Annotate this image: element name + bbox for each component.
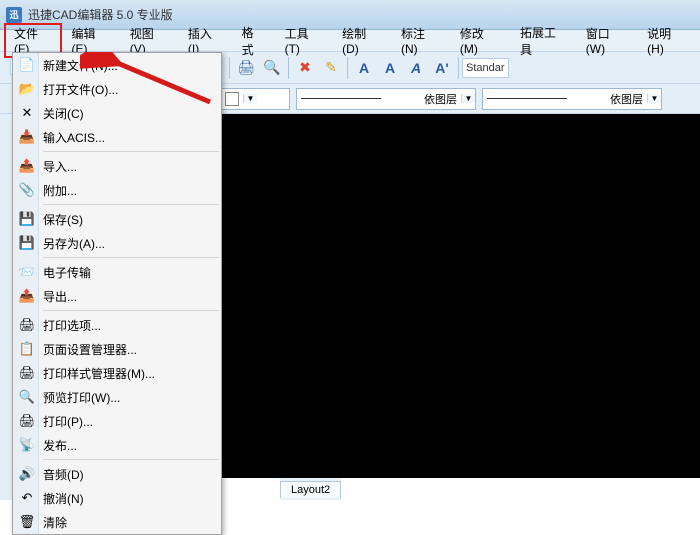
menu-item-icon: 📤 bbox=[19, 158, 35, 174]
app-title: 迅捷CAD编辑器 5.0 专业版 bbox=[28, 6, 173, 23]
menu-item-label: 关闭(C) bbox=[43, 105, 84, 122]
text-a-icon[interactable]: A bbox=[352, 56, 376, 80]
menu-item[interactable]: 📥 输入ACIS... bbox=[13, 125, 221, 149]
line-sample bbox=[301, 98, 381, 99]
menu-item-icon: 📋 bbox=[19, 341, 35, 357]
menu-item-icon: 💾 bbox=[19, 211, 35, 227]
menu-item-icon: 🖨 bbox=[19, 365, 35, 381]
menu-item-icon: 🔊 bbox=[19, 466, 35, 482]
menu-item-label: 附加... bbox=[43, 182, 77, 199]
chevron-down-icon: ▼ bbox=[647, 94, 661, 103]
cancel-icon[interactable]: ✖ bbox=[293, 56, 317, 80]
text-a2-icon[interactable]: A bbox=[378, 56, 402, 80]
separator bbox=[229, 57, 230, 79]
menu-item-icon: ✕ bbox=[19, 105, 35, 121]
menu-item-icon: ↶ bbox=[19, 490, 35, 506]
menu-item-icon: 🖨 bbox=[19, 413, 35, 429]
app-icon: 迅 bbox=[6, 7, 22, 23]
brush-icon[interactable]: ✎ bbox=[319, 56, 343, 80]
menu-item[interactable]: 💾 另存为(A)... bbox=[13, 231, 221, 255]
menu-item[interactable]: 绘制(D) bbox=[332, 23, 391, 58]
menu-item-label: 保存(S) bbox=[43, 211, 83, 228]
color-dropdown[interactable]: ▼ bbox=[220, 88, 290, 110]
menu-item-icon: 📥 bbox=[19, 129, 35, 145]
menu-item-label: 打印选项... bbox=[43, 317, 101, 334]
text-format-icon[interactable]: A bbox=[404, 56, 428, 80]
menu-item-label: 发布... bbox=[43, 437, 77, 454]
chevron-down-icon: ▼ bbox=[461, 94, 475, 103]
menu-item[interactable]: 🖨 打印(P)... bbox=[13, 409, 221, 433]
separator bbox=[288, 57, 289, 79]
chevron-down-icon: ▼ bbox=[243, 94, 257, 103]
menu-item[interactable]: 📤 导出... bbox=[13, 284, 221, 308]
menu-item[interactable]: 📤 导入... bbox=[13, 154, 221, 178]
layout-tab[interactable]: Layout2 bbox=[280, 481, 341, 498]
menu-item-icon: 📂 bbox=[19, 81, 35, 97]
menu-item-icon: 🗑 bbox=[19, 514, 35, 530]
layout-tabs: Layout2 bbox=[280, 478, 341, 500]
menu-bar: 文件(F)编辑(E)视图(V)插入(I)格式工具(T)绘制(D)标注(N)修改(… bbox=[0, 30, 700, 52]
menu-item-label: 音频(D) bbox=[43, 466, 84, 483]
menu-item-label: 另存为(A)... bbox=[43, 235, 105, 252]
linetype-dropdown[interactable]: 依图层 ▼ bbox=[296, 88, 476, 110]
line-sample bbox=[487, 98, 567, 99]
menu-item[interactable]: 💾 保存(S) bbox=[13, 207, 221, 231]
menu-item[interactable]: 窗口(W) bbox=[576, 23, 637, 58]
annotation-arrow bbox=[80, 52, 220, 112]
menu-item-icon: 📎 bbox=[19, 182, 35, 198]
menu-separator bbox=[43, 151, 219, 152]
file-menu-dropdown: 📄新建文件(N)...📂打开文件(O)...✕关闭(C)📥输入ACIS...📤导… bbox=[12, 52, 222, 535]
menu-item-icon: 📨 bbox=[19, 264, 35, 280]
menu-item-label: 输入ACIS... bbox=[43, 129, 105, 146]
preview-icon[interactable]: 🔍 bbox=[260, 56, 284, 80]
menu-item-icon: 🖨 bbox=[19, 317, 35, 333]
menu-item[interactable]: 格式 bbox=[232, 22, 275, 60]
menu-separator bbox=[43, 204, 219, 205]
menu-item-label: 打印样式管理器(M)... bbox=[43, 365, 155, 382]
menu-item-label: 预览打印(W)... bbox=[43, 389, 120, 406]
menu-item[interactable]: 拓展工具 bbox=[510, 22, 576, 60]
separator bbox=[347, 57, 348, 79]
menu-item-label: 撤消(N) bbox=[43, 490, 84, 507]
menu-item-icon: 📤 bbox=[19, 288, 35, 304]
menu-item-label: 导出... bbox=[43, 288, 77, 305]
menu-item-label: 电子传输 bbox=[43, 264, 91, 281]
menu-item-label: 清除 bbox=[43, 514, 67, 531]
menu-item[interactable]: 工具(T) bbox=[275, 23, 333, 58]
menu-item-icon: 📄 bbox=[19, 57, 35, 73]
menu-item[interactable]: 🔍 预览打印(W)... bbox=[13, 385, 221, 409]
linetype-label: 依图层 bbox=[424, 91, 457, 107]
menu-item[interactable]: 📨 电子传输 bbox=[13, 260, 221, 284]
menu-item-icon: 🔍 bbox=[19, 389, 35, 405]
menu-item[interactable]: 说明(H) bbox=[637, 23, 696, 58]
menu-separator bbox=[43, 459, 219, 460]
text-style-readout[interactable]: Standar bbox=[462, 58, 509, 78]
menu-item[interactable]: 🔊 音频(D) bbox=[13, 462, 221, 486]
menu-item[interactable]: 修改(M) bbox=[450, 23, 510, 58]
menu-separator bbox=[43, 257, 219, 258]
lineweight-label: 依图层 bbox=[610, 91, 643, 107]
separator bbox=[458, 57, 459, 79]
menu-item-icon: 💾 bbox=[19, 235, 35, 251]
menu-item-icon: 📡 bbox=[19, 437, 35, 453]
menu-item[interactable]: 🖨 打印样式管理器(M)... bbox=[13, 361, 221, 385]
menu-item-label: 打印(P)... bbox=[43, 413, 93, 430]
text-find-icon[interactable]: Aʹ bbox=[430, 56, 454, 80]
menu-item[interactable]: 🗑 清除 bbox=[13, 510, 221, 534]
menu-item-label: 页面设置管理器... bbox=[43, 341, 137, 358]
menu-item[interactable]: ↶ 撤消(N) bbox=[13, 486, 221, 510]
color-swatch bbox=[225, 92, 239, 106]
menu-item[interactable]: 📎 附加... bbox=[13, 178, 221, 202]
menu-item[interactable]: 🖨 打印选项... bbox=[13, 313, 221, 337]
lineweight-dropdown[interactable]: 依图层 ▼ bbox=[482, 88, 662, 110]
menu-item[interactable]: 📡 发布... bbox=[13, 433, 221, 457]
menu-item-label: 导入... bbox=[43, 158, 77, 175]
menu-separator bbox=[43, 310, 219, 311]
print-icon[interactable]: 🖨 bbox=[234, 56, 258, 80]
menu-item[interactable]: 标注(N) bbox=[391, 23, 450, 58]
menu-item[interactable]: 📋 页面设置管理器... bbox=[13, 337, 221, 361]
